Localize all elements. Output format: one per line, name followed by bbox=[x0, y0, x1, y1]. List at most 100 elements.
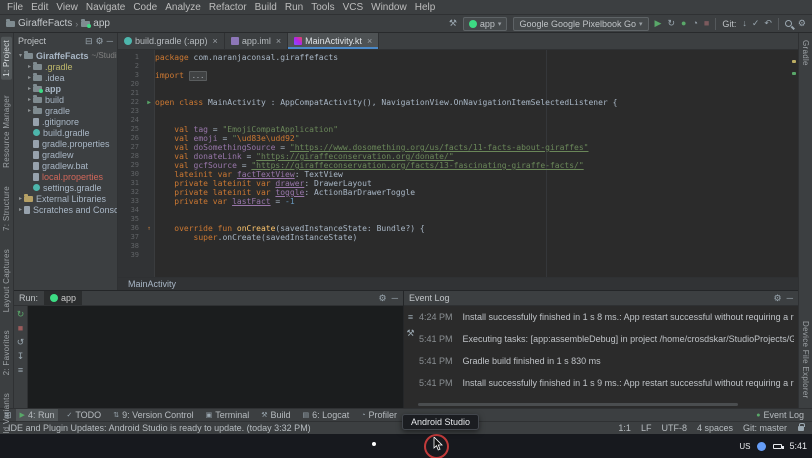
close-tab-icon[interactable]: × bbox=[213, 36, 218, 46]
build-hammer-icon[interactable]: ⚒ bbox=[449, 19, 457, 28]
wrench-icon[interactable]: ⚒ bbox=[406, 329, 414, 338]
tree-item-gitignore[interactable]: .gitignore bbox=[14, 116, 117, 127]
menu-navigate[interactable]: Navigate bbox=[82, 2, 129, 13]
tree-item-external-libraries[interactable]: ▸External Libraries bbox=[14, 193, 117, 204]
stop-button[interactable]: ■ bbox=[704, 19, 709, 28]
files-app[interactable] bbox=[398, 438, 415, 455]
tool-window-tab-6-logcat[interactable]: ▤6: Logcat bbox=[299, 409, 354, 422]
editor-tab-app-iml[interactable]: app.iml× bbox=[225, 33, 288, 49]
collapse-all-icon[interactable]: ⊟ bbox=[85, 37, 93, 46]
tree-item-gradlew[interactable]: gradlew bbox=[14, 149, 117, 160]
tree-item-giraffefacts[interactable]: ▾GiraffeFacts~/Studi bbox=[14, 50, 117, 61]
menu-vcs[interactable]: VCS bbox=[339, 2, 368, 13]
line-separator-widget[interactable]: LF bbox=[641, 423, 652, 433]
indent-widget[interactable]: 4 spaces bbox=[697, 423, 733, 433]
tool-window-tab-4-run[interactable]: ▶4: Run bbox=[16, 409, 59, 422]
menu-build[interactable]: Build bbox=[251, 2, 281, 13]
menu-view[interactable]: View bbox=[52, 2, 82, 13]
editor-tab-mainactivity-kt[interactable]: MainActivity.kt× bbox=[288, 33, 379, 49]
tree-item-path: ~/Studi bbox=[92, 51, 117, 60]
restart-activity-icon[interactable]: ↺ bbox=[17, 338, 25, 347]
chrome-app[interactable] bbox=[368, 438, 385, 455]
tree-item-app[interactable]: ▸app bbox=[14, 83, 117, 94]
menu-file[interactable]: File bbox=[3, 2, 27, 13]
profile-button[interactable]: ◔ bbox=[692, 19, 697, 28]
tool-button-1-project[interactable]: 1: Project bbox=[1, 37, 12, 80]
cursor-position-widget[interactable]: 1:1 bbox=[618, 423, 631, 433]
run-button[interactable]: ▶ bbox=[655, 19, 662, 28]
tool-window-tab-profiler[interactable]: ◔Profiler bbox=[357, 409, 401, 422]
breadcrumb-separator-icon: › bbox=[75, 19, 78, 29]
editor-tab-build-gradle-app[interactable]: build.gradle (:app)× bbox=[118, 33, 225, 49]
horizontal-scrollbar[interactable] bbox=[418, 403, 738, 406]
settings-gear-icon[interactable]: ⚙ bbox=[96, 37, 104, 46]
breadcrumb-giraffefacts[interactable]: GiraffeFacts bbox=[6, 18, 72, 29]
tool-button-gradle[interactable]: Gradle bbox=[800, 37, 811, 69]
tool-button-7-structure[interactable]: 7: Structure bbox=[1, 183, 12, 234]
tool-window-tab-build[interactable]: ⚒Build bbox=[257, 409, 294, 422]
search-everywhere-icon[interactable] bbox=[785, 20, 792, 27]
tree-item-gradlew-bat[interactable]: gradlew.bat bbox=[14, 160, 117, 171]
tree-item-build[interactable]: ▸build bbox=[14, 94, 117, 105]
gutter-space bbox=[143, 188, 155, 197]
tool-button-2-favorites[interactable]: 2: Favorites bbox=[1, 327, 12, 378]
tool-window-tab-terminal[interactable]: ▣Terminal bbox=[202, 409, 254, 422]
hide-panel-icon[interactable]: ─ bbox=[107, 37, 113, 46]
menu-edit[interactable]: Edit bbox=[27, 2, 52, 13]
soft-wrap-icon[interactable]: ≡ bbox=[18, 366, 23, 375]
tool-button-device-file-explorer[interactable]: Device File Explorer bbox=[800, 318, 811, 402]
tree-item-gradle-properties[interactable]: gradle.properties bbox=[14, 138, 117, 149]
tool-window-tab-9-version-control[interactable]: ⇅9: Version Control bbox=[109, 409, 197, 422]
tree-item-build-gradle[interactable]: build.gradle bbox=[14, 127, 117, 138]
event-log-title: Event Log bbox=[409, 293, 450, 303]
minimize-icon[interactable]: ─ bbox=[392, 294, 398, 303]
run-console-output[interactable] bbox=[28, 306, 403, 408]
line-number: 26 bbox=[118, 134, 143, 143]
event-log-entries[interactable]: 4:24 PMInstall successfully finished in … bbox=[417, 306, 798, 408]
rerun-icon[interactable]: ↻ bbox=[17, 310, 25, 319]
tree-item-label: gradlew.bat bbox=[42, 161, 88, 171]
tool-button-layout-captures[interactable]: Layout Captures bbox=[1, 246, 12, 315]
menu-run[interactable]: Run bbox=[281, 2, 307, 13]
minimize-icon[interactable]: ─ bbox=[787, 294, 793, 303]
close-tab-icon[interactable]: × bbox=[276, 36, 281, 46]
breadcrumb-app[interactable]: app bbox=[81, 18, 110, 29]
code-editor[interactable]: 1package com.naranjaconsal.giraffefacts2… bbox=[118, 50, 798, 277]
settings-gear-icon[interactable]: ⚙ bbox=[774, 294, 782, 303]
git-update-button[interactable]: ↓ bbox=[742, 19, 747, 28]
tree-item-gradle[interactable]: ▸.gradle bbox=[14, 61, 117, 72]
menu-tools[interactable]: Tools bbox=[307, 2, 338, 13]
encoding-widget[interactable]: UTF-8 bbox=[661, 423, 687, 433]
tree-item-local-properties[interactable]: local.properties bbox=[14, 171, 117, 182]
tree-item-scratches-and-consoles[interactable]: ▸Scratches and Consoles bbox=[14, 204, 117, 215]
settings-gear-icon[interactable]: ⚙ bbox=[379, 294, 387, 303]
menu-refactor[interactable]: Refactor bbox=[205, 2, 251, 13]
system-tray[interactable]: US 5:41 bbox=[739, 434, 807, 458]
filter-log-icon[interactable]: ≡ bbox=[408, 313, 413, 322]
tree-item-gradle[interactable]: ▸gradle bbox=[14, 105, 117, 116]
stop-icon[interactable]: ■ bbox=[18, 324, 23, 333]
breadcrumb[interactable]: MainActivity bbox=[128, 279, 176, 289]
menu-window[interactable]: Window bbox=[367, 2, 411, 13]
apply-changes-button[interactable]: ↻ bbox=[667, 19, 675, 28]
device-selector[interactable]: Google Google Pixelbook Go ▾ bbox=[513, 17, 648, 31]
tree-item-settings-gradle[interactable]: settings.gradle bbox=[14, 182, 117, 193]
run-tab-app[interactable]: app bbox=[44, 291, 82, 305]
menu-analyze[interactable]: Analyze bbox=[161, 2, 205, 13]
debug-button[interactable]: ● bbox=[681, 19, 686, 28]
git-branch-widget[interactable]: Git: master bbox=[743, 423, 787, 433]
readonly-lock-icon[interactable] bbox=[798, 426, 804, 431]
settings-gear-icon[interactable]: ⚙ bbox=[798, 19, 806, 28]
git-rollback-button[interactable]: ↶ bbox=[764, 19, 772, 28]
tool-window-tab-todo[interactable]: ✓TODO bbox=[62, 409, 105, 422]
keyboard-layout-badge[interactable]: US bbox=[739, 442, 750, 451]
tree-item-idea[interactable]: ▸.idea bbox=[14, 72, 117, 83]
tool-window-tab-event-log[interactable]: ● Event Log bbox=[752, 409, 808, 422]
menu-help[interactable]: Help bbox=[411, 2, 440, 13]
close-tab-icon[interactable]: × bbox=[367, 36, 372, 46]
run-config-selector[interactable]: app ▾ bbox=[463, 17, 508, 31]
tool-button-resource-manager[interactable]: Resource Manager bbox=[1, 92, 12, 171]
scroll-to-end-icon[interactable]: ↧ bbox=[17, 352, 25, 361]
menu-code[interactable]: Code bbox=[129, 2, 161, 13]
git-commit-button[interactable]: ✓ bbox=[752, 19, 760, 28]
